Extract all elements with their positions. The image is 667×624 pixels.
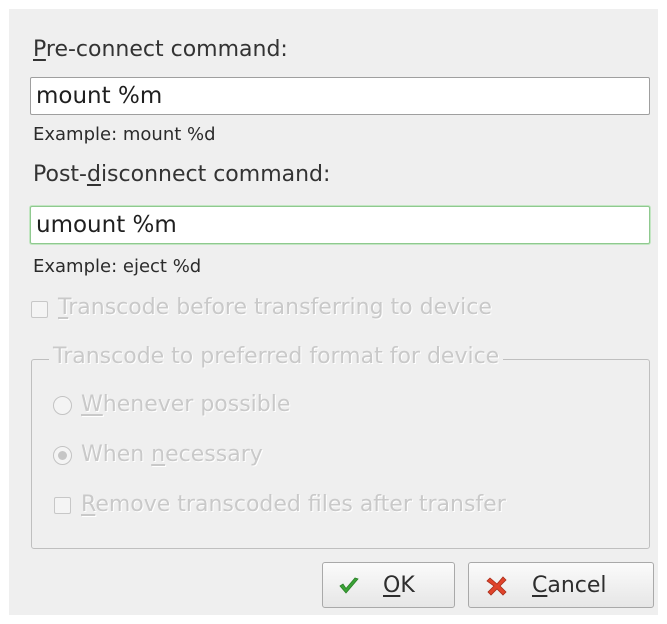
pre-connect-label: Pre-connect command:	[33, 37, 288, 62]
transcode-checkbox[interactable]	[31, 301, 48, 318]
whenever-possible-radio[interactable]	[53, 396, 72, 415]
transcode-group-title: Transcode to preferred format for device	[49, 344, 504, 370]
when-necessary-radio[interactable]	[53, 446, 72, 465]
cancel-button[interactable]: Cancel	[468, 562, 654, 608]
remove-transcoded-label: Remove transcoded files after transfer	[81, 492, 506, 517]
pre-connect-example: Example: mount %d	[33, 124, 216, 145]
post-disconnect-label: Post-disconnect command:	[33, 162, 331, 187]
pre-connect-input[interactable]	[30, 77, 650, 115]
post-disconnect-input[interactable]	[30, 206, 650, 244]
when-necessary-label: When necessary	[81, 442, 263, 467]
device-settings-dialog: Pre-connect command: Example: mount %d P…	[9, 9, 658, 615]
cancel-x-icon	[486, 576, 507, 596]
ok-button-label: OK	[383, 573, 415, 598]
ok-button[interactable]: OK	[322, 562, 455, 608]
transcode-checkbox-label: Transcode before transferring to device	[58, 295, 492, 320]
checkmark-icon	[339, 577, 359, 594]
cancel-button-label: Cancel	[532, 573, 607, 598]
remove-transcoded-checkbox[interactable]	[54, 497, 71, 514]
whenever-possible-label: Whenever possible	[81, 392, 291, 417]
post-disconnect-example: Example: eject %d	[33, 256, 202, 277]
